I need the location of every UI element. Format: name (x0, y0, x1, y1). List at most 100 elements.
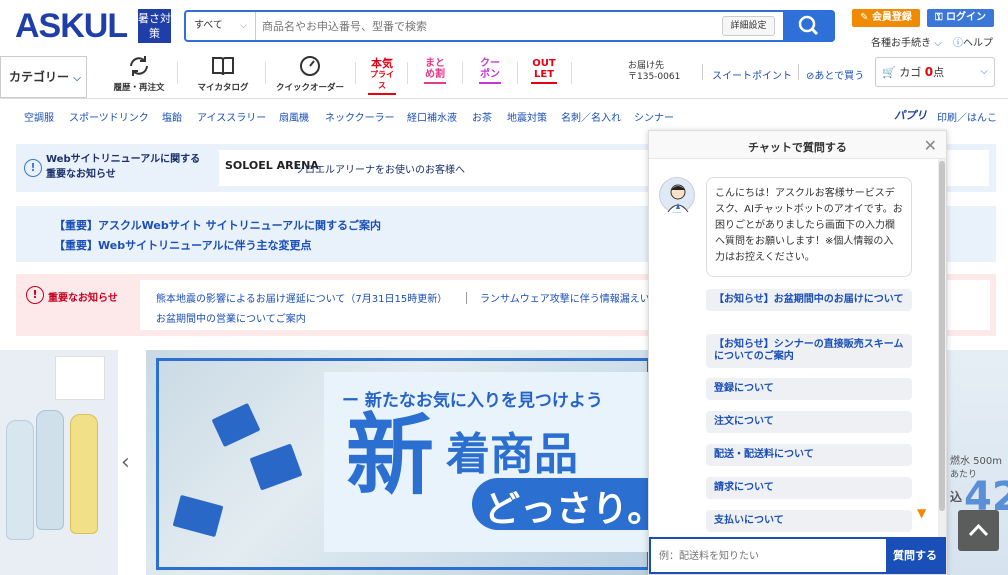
back-to-top-button[interactable] (958, 510, 999, 551)
matome-wari-link[interactable]: まと め割 (424, 58, 446, 84)
sweet-point-link[interactable]: スイートポイント (712, 67, 792, 82)
renewal-guide-link[interactable]: 【重要】アスクルWebサイト サイトリニューアルに関するご案内 (54, 217, 381, 233)
search-button[interactable] (783, 10, 835, 42)
important-notice-title: 重要なお知らせ (48, 293, 118, 304)
keyword-link[interactable]: アイススラリー (197, 109, 266, 124)
search-input[interactable] (262, 16, 712, 36)
papuri-logo-link[interactable]: パプリ (894, 107, 927, 123)
chevron-down-icon: ⌵ (980, 66, 988, 77)
promo-underline (531, 82, 557, 84)
chat-send-button[interactable]: 質問する (886, 539, 944, 572)
nav-label: 履歴・再注文 (113, 83, 165, 93)
chevron-down-icon: ⌵ (934, 38, 942, 49)
banner-text: 込 (950, 490, 963, 504)
keyword-link[interactable]: 地震対策 (507, 109, 547, 124)
banner-pill-text: どっさり。 (484, 489, 650, 530)
scroll-down-icon[interactable]: ▼ (917, 506, 926, 520)
divider (355, 62, 356, 84)
notice-link[interactable]: 熊本地震の影響によるお届け遅延について（7月31日15時更新） (156, 290, 447, 305)
search-category-select[interactable]: すべて ⌵ (186, 12, 256, 40)
chat-option-payment[interactable]: 支払いについて (706, 510, 912, 532)
chat-option-billing[interactable]: 請求について (706, 477, 912, 499)
honki-price-link[interactable]: 本気 プライス (368, 58, 396, 95)
keyword-link[interactable]: 塩飴 (162, 109, 182, 124)
divider (177, 62, 178, 84)
keyword-link[interactable]: 名刺／名入れ (561, 109, 621, 124)
new-arrivals-banner[interactable]: ー 新たなお気に入りを見つけよう 新 着商品 どっさり。 (146, 350, 650, 575)
promo-underline (479, 82, 501, 84)
notice-link[interactable]: お盆期間中の営業についてご案内 (156, 310, 306, 325)
divider (517, 62, 518, 84)
soloel-arena-text: ソロエルアリーナをお使いのお客様へ (295, 165, 465, 176)
promo-text: LET (533, 69, 555, 80)
brand-label-image (55, 356, 105, 400)
login-button[interactable]: ⚿ ログイン (927, 9, 994, 27)
chat-option-registration[interactable]: 登録について (706, 378, 912, 400)
askul-logo[interactable]: ASKUL (15, 9, 128, 43)
chat-scrollbar[interactable] (938, 159, 946, 541)
renewal-notice-title: Webサイトリニューアルに関する 重要なお知らせ (46, 154, 201, 180)
promo-underline (424, 82, 446, 84)
procedures-menu[interactable]: 各種お手続き ⌵ (871, 34, 942, 49)
bottle-image (6, 420, 34, 540)
chat-option-order[interactable]: 注文について (706, 411, 912, 433)
bottle-image (36, 410, 64, 530)
delivery-zip: 〒135-0061 (628, 72, 681, 82)
divider (466, 292, 467, 304)
divider (462, 62, 463, 84)
key-icon: ⚿ (934, 12, 947, 23)
keyword-link[interactable]: 扇風機 (279, 109, 309, 124)
history-reorder-button[interactable]: 履歴・再注文 (108, 54, 170, 94)
divider (702, 64, 703, 80)
category-menu-button[interactable]: カテゴリー ⌵ (0, 56, 87, 98)
chat-option-obon-delivery[interactable]: 【お知らせ】お盆期間中のお届けについて (706, 289, 912, 311)
delivery-address[interactable]: お届け先 〒135-0061 (628, 61, 680, 83)
chat-widget: チャットで質問する ✕ こんにちは！アスクルお客様サービスデスク、AIチャットボ… (648, 130, 947, 575)
cart-button[interactable]: 🛒 カゴ 0点 ⌵ (875, 57, 995, 87)
advanced-search-button[interactable]: 詳細設定 (722, 16, 775, 36)
keyword-link[interactable]: 経口補水液 (407, 109, 457, 124)
outlet-link[interactable]: OUT LET (531, 58, 557, 84)
search-bar: すべて⌵ 詳細設定 (184, 10, 835, 42)
person-icon (667, 184, 689, 213)
keyword-link[interactable]: 空調服 (24, 109, 54, 124)
carousel-prev-arrow-icon[interactable]: ‹ (121, 450, 130, 475)
alert-icon: ! (26, 286, 44, 304)
renewal-changes-link[interactable]: 【重要】Webサイトリニューアルに伴う主な変更点 (54, 237, 312, 253)
quick-order-button[interactable]: クイックオーダー (276, 54, 344, 94)
scrollbar-thumb[interactable] (939, 161, 945, 511)
buy-later-link[interactable]: ⊘あとで買う (806, 67, 864, 82)
chevron-down-icon: ⌵ (73, 73, 81, 84)
promo-text: ポン (480, 69, 500, 80)
coupon-link[interactable]: クー ポン (479, 58, 501, 84)
promo-text: クー (480, 58, 500, 69)
keyword-link[interactable]: シンナー (634, 109, 674, 124)
banner-prev-slide[interactable] (0, 350, 118, 575)
chat-option-delivery[interactable]: 配送・配送料について (706, 444, 912, 466)
my-catalog-button[interactable]: マイカタログ (192, 54, 254, 94)
chevron-down-icon: ⌵ (240, 21, 247, 31)
keyword-link[interactable]: スポーツドリンク (69, 109, 149, 124)
chat-title: チャットで質問する (748, 141, 847, 154)
keyword-link[interactable]: お茶 (472, 109, 492, 124)
chevron-up-icon (968, 523, 989, 537)
chat-option-thinner[interactable]: 【お知らせ】シンナーの直接販売スキームについてのご案内 (706, 334, 912, 368)
speed-gauge-icon (300, 56, 320, 76)
print-stamp-link[interactable]: 印刷／はんこ (937, 109, 997, 124)
chatbot-message: こんにちは！アスクルお客様サービスデスク、AIチャットボットのアオイです。お困り… (706, 177, 912, 277)
search-icon (798, 15, 819, 36)
keyword-link[interactable]: ネッククーラー (325, 109, 395, 124)
banner-headline: 着商品 (446, 429, 578, 480)
close-icon[interactable]: ✕ (924, 136, 937, 155)
member-register-button[interactable]: ✎ 会員登録 (852, 9, 920, 27)
heat-measures-badge[interactable]: 暑さ対策 (138, 9, 171, 43)
help-link[interactable]: ⓘヘルプ (953, 34, 993, 49)
chatbot-avatar (659, 177, 695, 213)
notice-link[interactable]: ランサムウェア攻撃に伴う情報漏えい (480, 290, 650, 305)
promo-underline (368, 93, 396, 95)
divider (571, 62, 572, 84)
banner-text: 燃水 500m (950, 456, 1003, 467)
promo-text: OUT (532, 58, 556, 69)
promo-text: め割 (425, 69, 445, 80)
chat-input[interactable] (659, 548, 879, 564)
